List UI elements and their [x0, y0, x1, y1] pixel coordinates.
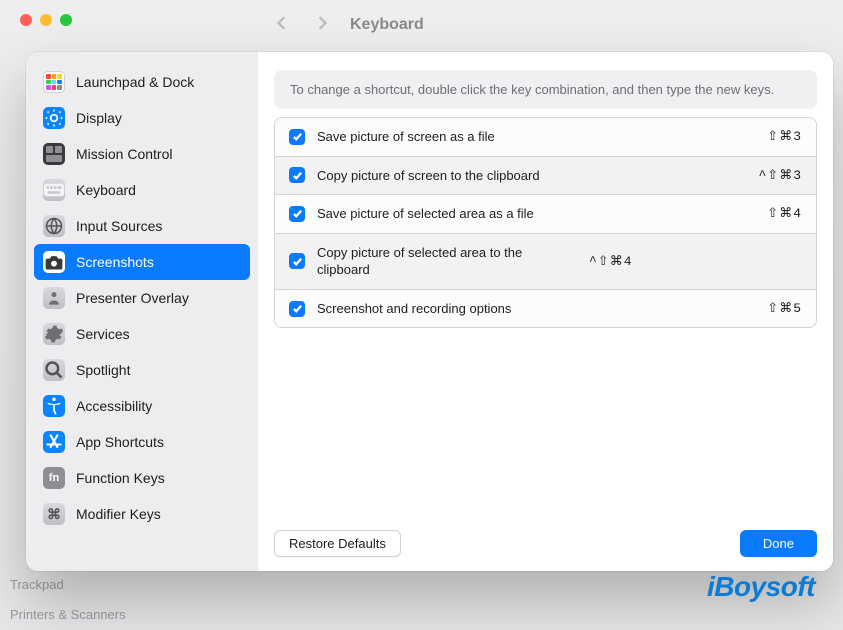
sidebar-item-label: App Shortcuts: [76, 434, 164, 450]
shortcut-list: Save picture of screen as a file ⇧⌘3 Copy …: [274, 117, 817, 328]
mission-icon: [42, 142, 66, 166]
settings-sheet: Launchpad & Dock Display Mission Control Ke…: [26, 52, 833, 571]
content-panel: To change a shortcut, double click the k…: [258, 52, 833, 571]
sidebar-item-label: Presenter Overlay: [76, 290, 189, 306]
background-sidebar-peek: Trackpad Printers & Scanners: [10, 570, 126, 630]
grid-icon: [42, 70, 66, 94]
shortcut-keys[interactable]: ⇧⌘4: [767, 206, 802, 221]
checkbox[interactable]: [289, 129, 305, 145]
sidebar-item-spotlight[interactable]: Spotlight: [34, 352, 250, 388]
sidebar-item-label: Spotlight: [76, 362, 130, 378]
sidebar-item-modifier-keys[interactable]: ⌘ Modifier Keys: [34, 496, 250, 532]
shortcut-row[interactable]: Save picture of screen as a file ⇧⌘3: [275, 118, 816, 157]
sidebar-item-presenter-overlay[interactable]: Presenter Overlay: [34, 280, 250, 316]
checkbox[interactable]: [289, 167, 305, 183]
shortcut-keys[interactable]: ^⇧⌘4: [589, 254, 633, 269]
sidebar-item-app-shortcuts[interactable]: App Shortcuts: [34, 424, 250, 460]
shortcut-keys[interactable]: ⇧⌘3: [767, 129, 802, 144]
shortcut-row[interactable]: Save picture of selected area as a file ⇧…: [275, 195, 816, 234]
shortcut-label: Save picture of screen as a file: [317, 128, 755, 146]
appstore-icon: [42, 430, 66, 454]
done-button[interactable]: Done: [740, 530, 817, 557]
shortcut-row[interactable]: Copy picture of selected area to the cli…: [275, 234, 816, 290]
shortcut-row[interactable]: Screenshot and recording options ⇧⌘5: [275, 290, 816, 328]
sidebar-item-keyboard[interactable]: Keyboard: [34, 172, 250, 208]
zoom-icon[interactable]: [60, 14, 72, 26]
sidebar-item-accessibility[interactable]: Accessibility: [34, 388, 250, 424]
nav-arrows[interactable]: [275, 16, 329, 30]
accessibility-icon: [42, 394, 66, 418]
shortcut-label: Screenshot and recording options: [317, 300, 755, 318]
hint-text: To change a shortcut, double click the k…: [274, 70, 817, 109]
traffic-lights: [20, 14, 72, 26]
brightness-icon: [42, 106, 66, 130]
fn-icon: fn: [42, 466, 66, 490]
sidebar-item-input-sources[interactable]: Input Sources: [34, 208, 250, 244]
sidebar-item-label: Services: [76, 326, 130, 342]
sidebar-item-label: Display: [76, 110, 122, 126]
sidebar-item-label: Function Keys: [76, 470, 165, 486]
forward-icon[interactable]: [315, 16, 329, 30]
sidebar-item-services[interactable]: Services: [34, 316, 250, 352]
sidebar-item-label: Keyboard: [76, 182, 136, 198]
restore-defaults-button[interactable]: Restore Defaults: [274, 530, 401, 557]
sidebar: Launchpad & Dock Display Mission Control Ke…: [26, 52, 258, 571]
shortcut-row[interactable]: Copy picture of screen to the clipboard ^…: [275, 157, 816, 196]
page-title: Keyboard: [350, 16, 424, 34]
footer: Restore Defaults Done: [274, 516, 817, 557]
sidebar-item-label: Launchpad & Dock: [76, 74, 194, 90]
shortcut-label: Save picture of selected area as a file: [317, 205, 755, 223]
sidebar-item-screenshots[interactable]: Screenshots: [34, 244, 250, 280]
globe-icon: [42, 214, 66, 238]
overlay-icon: [42, 286, 66, 310]
keyboard-icon: [42, 178, 66, 202]
checkbox[interactable]: [289, 206, 305, 222]
back-icon[interactable]: [275, 16, 289, 30]
modifier-icon: ⌘: [42, 502, 66, 526]
sidebar-item-label: Accessibility: [76, 398, 152, 414]
camera-icon: [42, 250, 66, 274]
sidebar-item-label: Mission Control: [76, 146, 172, 162]
close-icon[interactable]: [20, 14, 32, 26]
gear-icon: [42, 322, 66, 346]
sidebar-item-function-keys[interactable]: fn Function Keys: [34, 460, 250, 496]
shortcut-keys[interactable]: ⇧⌘5: [767, 301, 802, 316]
shortcut-label: Copy picture of selected area to the cli…: [317, 244, 577, 279]
sidebar-item-mission-control[interactable]: Mission Control: [34, 136, 250, 172]
sidebar-item-launchpad-dock[interactable]: Launchpad & Dock: [34, 64, 250, 100]
checkbox[interactable]: [289, 301, 305, 317]
search-icon: [42, 358, 66, 382]
sidebar-item-label: Screenshots: [76, 254, 154, 270]
shortcut-keys[interactable]: ^⇧⌘3: [759, 168, 803, 183]
sidebar-item-label: Modifier Keys: [76, 506, 161, 522]
checkbox[interactable]: [289, 253, 305, 269]
sidebar-item-label: Input Sources: [76, 218, 162, 234]
sidebar-item-display[interactable]: Display: [34, 100, 250, 136]
shortcut-label: Copy picture of screen to the clipboard: [317, 167, 747, 185]
minimize-icon[interactable]: [40, 14, 52, 26]
